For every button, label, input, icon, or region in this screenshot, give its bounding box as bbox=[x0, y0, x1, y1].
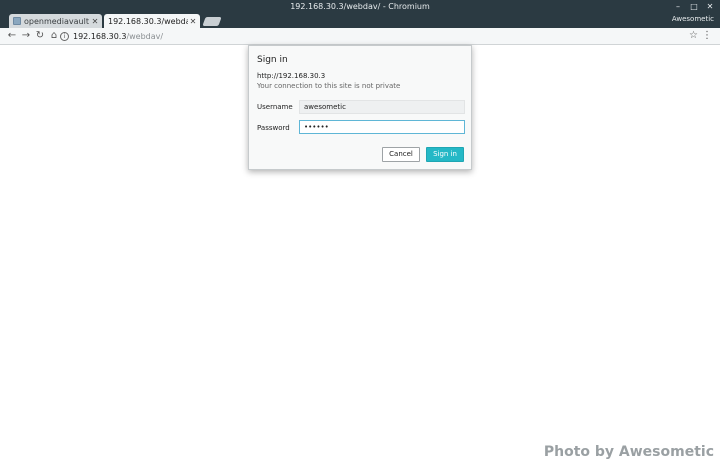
profile-name[interactable]: Awesometic bbox=[672, 15, 714, 23]
sign-in-dialog: Sign in http://192.168.30.3 Your connect… bbox=[248, 45, 472, 170]
back-icon[interactable]: ← bbox=[6, 30, 18, 42]
reload-icon[interactable]: ↻ bbox=[34, 30, 46, 42]
info-icon[interactable]: i bbox=[60, 32, 69, 41]
menu-icon[interactable]: ⋮ bbox=[702, 30, 712, 42]
close-icon[interactable]: ✕ bbox=[706, 0, 714, 13]
password-label: Password bbox=[257, 124, 290, 132]
tab-close-icon[interactable]: ✕ bbox=[188, 17, 198, 26]
watermark: Photo by Awesometic bbox=[543, 444, 714, 460]
url-host: 192.168.30.3 bbox=[73, 32, 127, 41]
dialog-warning: Your connection to this site is not priv… bbox=[257, 82, 401, 90]
tab-label: openmediavault co bbox=[24, 16, 90, 26]
forward-icon[interactable]: → bbox=[20, 30, 32, 42]
window-titlebar: 192.168.30.3/webdav/ - Chromium – □ ✕ bbox=[0, 0, 720, 13]
password-input[interactable]: •••••• bbox=[299, 120, 465, 134]
tab-strip: openmediavault co ✕ 192.168.30.3/webdav/… bbox=[0, 13, 720, 28]
new-tab-button[interactable] bbox=[202, 17, 222, 26]
window-title: 192.168.30.3/webdav/ - Chromium bbox=[290, 2, 430, 11]
maximize-icon[interactable]: □ bbox=[690, 0, 698, 13]
dialog-url: http://192.168.30.3 bbox=[257, 72, 326, 80]
browser-toolbar: ← → ↻ ⌂ i 192.168.30.3 /webdav/ ☆ ⋮ bbox=[0, 28, 720, 45]
page-icon bbox=[13, 17, 21, 25]
bookmark-star-icon[interactable]: ☆ bbox=[689, 30, 698, 41]
url-path: /webdav/ bbox=[126, 32, 164, 41]
tab-webdav[interactable]: 192.168.30.3/webdav/ ✕ bbox=[104, 14, 200, 28]
dialog-title: Sign in bbox=[257, 55, 288, 65]
cancel-button[interactable]: Cancel bbox=[382, 147, 420, 162]
home-icon[interactable]: ⌂ bbox=[48, 30, 60, 42]
tab-openmediavault[interactable]: openmediavault co ✕ bbox=[9, 14, 102, 28]
tab-close-icon[interactable]: ✕ bbox=[90, 17, 100, 26]
tab-label: 192.168.30.3/webdav/ bbox=[108, 16, 188, 26]
window-controls: – □ ✕ bbox=[674, 0, 714, 13]
username-label: Username bbox=[257, 103, 293, 111]
sign-in-button[interactable]: Sign in bbox=[426, 147, 464, 162]
minimize-icon[interactable]: – bbox=[674, 0, 682, 13]
address-bar[interactable]: i 192.168.30.3 /webdav/ bbox=[60, 30, 700, 43]
username-input[interactable]: awesometic bbox=[299, 100, 465, 114]
